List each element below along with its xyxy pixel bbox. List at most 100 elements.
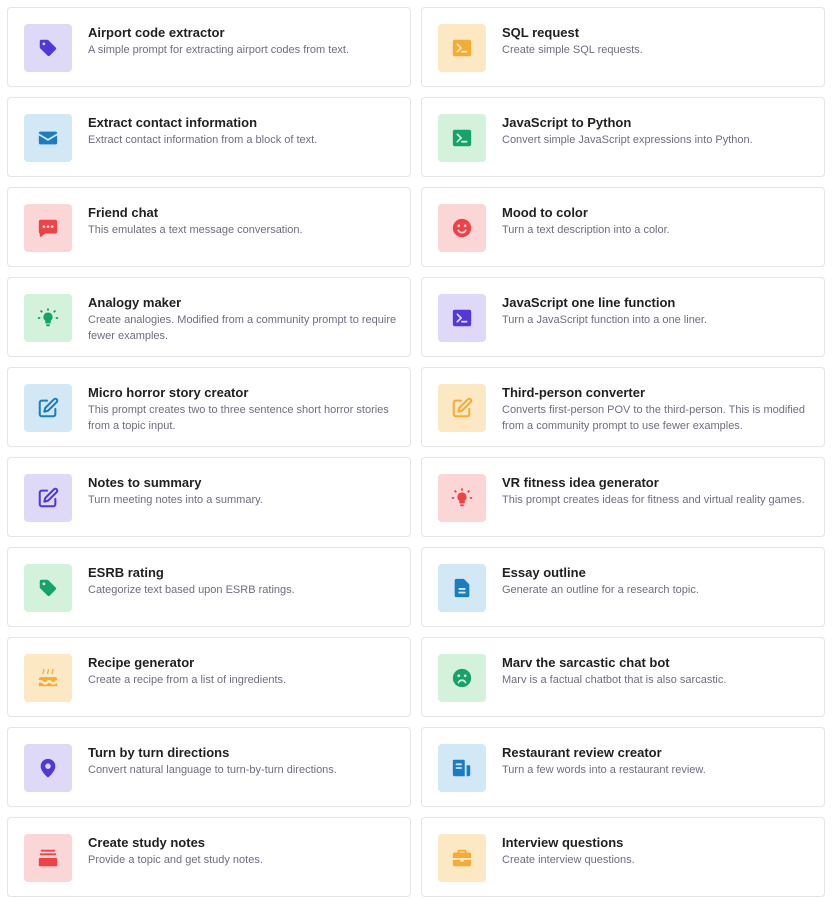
example-icon-box [438,564,486,612]
example-icon-box [24,24,72,72]
example-icon-box [438,384,486,432]
edit-icon [37,487,59,509]
example-title: Interview questions [502,835,624,850]
tag-icon [37,577,59,599]
document-icon [451,577,473,599]
example-title: SQL request [502,25,580,40]
example-title: Micro horror story creator [88,385,249,400]
chat-icon [37,217,59,239]
example-description: Create interview questions. [502,854,635,866]
example-icon-box [438,294,486,342]
example-card-sql-request[interactable]: SQL request Create simple SQL requests. [421,7,825,87]
terminal-icon [451,37,473,59]
cake-icon [37,667,59,689]
example-card-turn-by-turn-directions[interactable]: Turn by turn directions Convert natural … [7,727,411,807]
example-card-extract-contact-information[interactable]: Extract contact information Extract cont… [7,97,411,177]
example-description: Create analogies. Modified from a commun… [88,314,397,342]
terminal-icon [451,307,473,329]
example-card-analogy-maker[interactable]: Analogy maker Create analogies. Modified… [7,277,411,357]
example-description: Create a recipe from a list of ingredien… [88,674,287,686]
example-description: This prompt creates two to three sentenc… [88,404,389,432]
example-description: Create simple SQL requests. [502,44,643,56]
example-title: VR fitness idea generator [502,475,659,490]
example-title: Notes to summary [88,475,202,490]
example-icon-box [24,114,72,162]
example-description: Turn a JavaScript function into a one li… [502,314,708,326]
example-description: This prompt creates ideas for fitness an… [502,494,805,506]
example-card-create-study-notes[interactable]: Create study notes Provide a topic and g… [7,817,411,897]
edit-icon [37,397,59,419]
example-icon-box [24,564,72,612]
example-icon-box [24,744,72,792]
example-card-third-person-converter[interactable]: Third-person converter Converts first-pe… [421,367,825,447]
example-card-restaurant-review-creator[interactable]: Restaurant review creator Turn a few wor… [421,727,825,807]
example-icon-box [24,384,72,432]
example-icon-box [24,474,72,522]
example-icon-box [438,744,486,792]
example-card-recipe-generator[interactable]: Recipe generator Create a recipe from a … [7,637,411,717]
example-description: Converts first-person POV to the third-p… [502,404,806,432]
example-icon-box [438,114,486,162]
example-description: Extract contact information from a block… [88,134,318,146]
example-card-marv-the-sarcastic-chat-bot[interactable]: Marv the sarcastic chat bot Marv is a fa… [421,637,825,717]
example-card-interview-questions[interactable]: Interview questions Create interview que… [421,817,825,897]
example-title: JavaScript to Python [502,115,632,130]
example-card-mood-to-color[interactable]: Mood to color Turn a text description in… [421,187,825,267]
example-card-airport-code-extractor[interactable]: Airport code extractor A simple prompt f… [7,7,411,87]
example-icon-box [438,654,486,702]
example-description: Categorize text based upon ESRB ratings. [88,584,295,596]
example-description: Marv is a factual chatbot that is also s… [502,674,727,686]
example-description: Turn meeting notes into a summary. [88,494,263,506]
frown-icon [451,667,473,689]
example-title: Friend chat [88,205,159,220]
example-card-vr-fitness-idea-generator[interactable]: VR fitness idea generator This prompt cr… [421,457,825,537]
example-description: Generate an outline for a research topic… [502,584,699,596]
example-icon-box [24,834,72,882]
example-icon-box [24,294,72,342]
terminal-icon [451,127,473,149]
example-title: Essay outline [502,565,586,580]
map-pin-icon [37,757,59,779]
example-title: Extract contact information [88,115,258,130]
example-icon-box [438,204,486,252]
example-title: Recipe generator [88,655,195,670]
example-card-javascript-to-python[interactable]: JavaScript to Python Convert simple Java… [421,97,825,177]
briefcase-icon [451,847,473,869]
example-title: Restaurant review creator [502,745,662,760]
example-card-micro-horror-story-creator[interactable]: Micro horror story creator This prompt c… [7,367,411,447]
example-icon-box [24,654,72,702]
example-description: Turn a text description into a color. [502,224,670,236]
example-card-essay-outline[interactable]: Essay outline Generate an outline for a … [421,547,825,627]
tag-icon [37,37,59,59]
example-description: Convert natural language to turn-by-turn… [88,764,337,776]
example-icon-box [438,24,486,72]
example-title: Airport code extractor [88,25,225,40]
example-card-friend-chat[interactable]: Friend chat This emulates a text message… [7,187,411,267]
example-icon-box [24,204,72,252]
example-title: ESRB rating [88,565,164,580]
example-description: Provide a topic and get study notes. [88,854,263,866]
example-card-esrb-rating[interactable]: ESRB rating Categorize text based upon E… [7,547,411,627]
example-title: Mood to color [502,205,588,220]
stack-icon [37,847,59,869]
example-icon-box [438,834,486,882]
example-title: Create study notes [88,835,206,850]
example-icon-box [438,474,486,522]
smile-icon [451,217,473,239]
example-description: Convert simple JavaScript expressions in… [502,134,753,146]
example-description: Turn a few words into a restaurant revie… [502,764,706,776]
example-description: This emulates a text message conversatio… [88,224,303,236]
example-card-javascript-one-line-function[interactable]: JavaScript one line function Turn a Java… [421,277,825,357]
edit-icon [451,397,473,419]
lightbulb-icon [451,487,473,509]
example-title: Turn by turn directions [88,745,230,760]
example-title: Third-person converter [502,385,646,400]
example-title: Marv the sarcastic chat bot [502,655,670,670]
example-card-notes-to-summary[interactable]: Notes to summary Turn meeting notes into… [7,457,411,537]
example-title: Analogy maker [88,295,182,310]
lightbulb-icon [37,307,59,329]
mail-icon [37,127,59,149]
review-icon [451,757,473,779]
example-description: A simple prompt for extracting airport c… [88,44,350,56]
example-title: JavaScript one line function [502,295,676,310]
